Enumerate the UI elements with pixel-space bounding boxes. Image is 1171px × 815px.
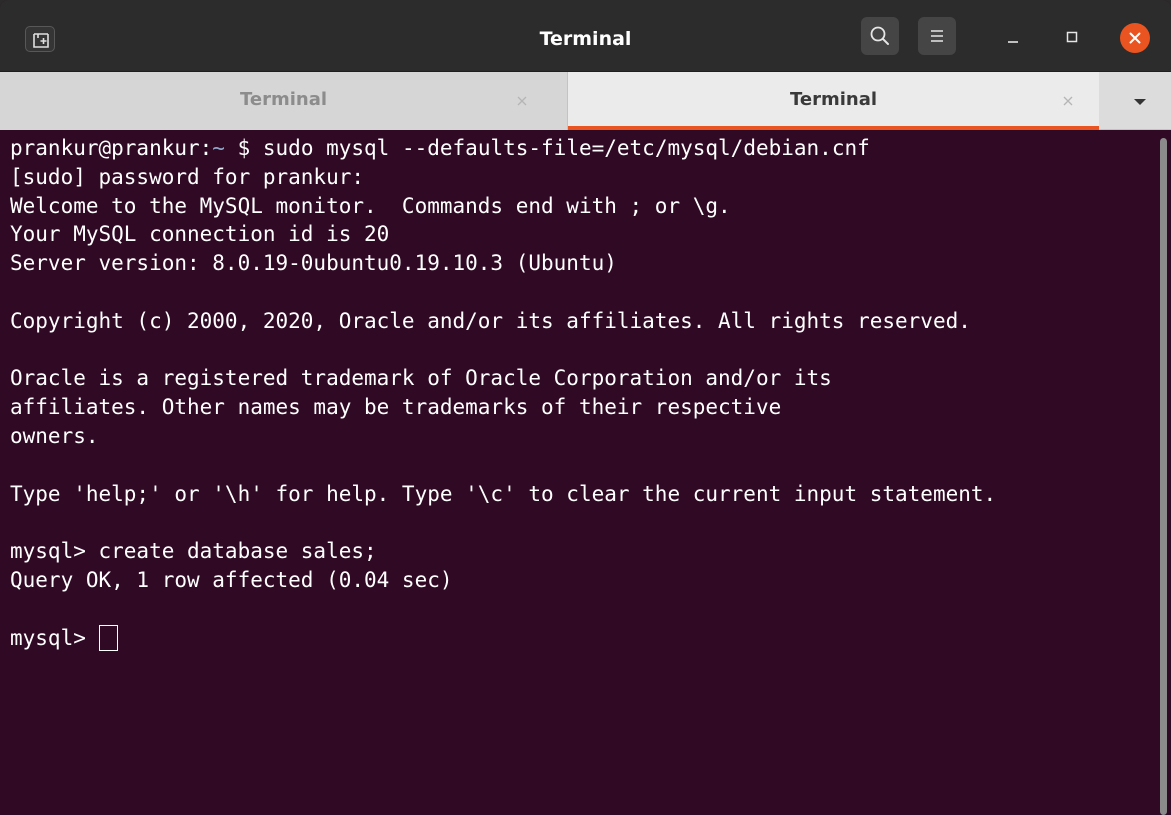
minimize-icon <box>1008 41 1018 43</box>
new-tab-button[interactable] <box>25 26 55 52</box>
output-line: Server version: 8.0.19-0ubuntu0.19.10.3 … <box>10 251 617 276</box>
tab-terminal-2[interactable]: Terminal <box>568 72 1099 130</box>
close-icon <box>1129 32 1141 44</box>
output-line: Type 'help;' or '\h' for help. Type '\c'… <box>10 481 997 506</box>
search-button[interactable] <box>861 17 899 55</box>
close-icon <box>517 96 527 106</box>
output-line: [sudo] password for prankur: <box>10 164 365 189</box>
tab-close-button[interactable] <box>1058 91 1078 111</box>
output-line: Copyright (c) 2000, 2020, Oracle and/or … <box>10 308 971 333</box>
new-tab-icon <box>33 33 49 48</box>
hamburger-menu-icon <box>931 30 943 42</box>
scrollbar[interactable] <box>1157 130 1171 815</box>
prompt-symbol: $ <box>224 136 263 160</box>
text-cursor <box>98 624 118 651</box>
close-icon <box>1063 96 1073 106</box>
title-bar[interactable]: Terminal <box>0 0 1171 72</box>
output-line: affiliates. Other names may be trademark… <box>10 395 782 420</box>
output-line: Oracle is a registered trademark of Orac… <box>10 366 832 391</box>
first-command: sudo mysql --defaults-file=/etc/mysql/de… <box>262 136 870 160</box>
terminal-window: Terminal Terminal Terminal prankur@prank… <box>0 0 1171 815</box>
window-title: Terminal <box>539 28 632 50</box>
search-icon <box>870 26 889 45</box>
prompt-path: ~ <box>212 136 225 160</box>
maximize-button[interactable] <box>1057 22 1087 52</box>
output-line: Query OK, 1 row affected (0.04 sec) <box>10 567 453 592</box>
output-line: mysql> create database sales; <box>10 539 377 564</box>
chevron-down-icon <box>1134 99 1146 105</box>
prompt-user: prankur@prankur: <box>10 136 213 160</box>
tabs-dropdown-button[interactable] <box>1125 90 1155 112</box>
maximize-icon <box>1066 31 1078 43</box>
tab-label: Terminal <box>789 89 878 110</box>
minimize-button[interactable] <box>998 22 1028 52</box>
close-button[interactable] <box>1120 23 1150 53</box>
terminal-output[interactable]: prankur@prankur:~ $ sudo mysql --default… <box>0 130 1157 815</box>
tab-terminal-1[interactable]: Terminal <box>0 72 568 130</box>
scrollbar-thumb[interactable] <box>1160 138 1167 815</box>
terminal-text: prankur@prankur:~ $ sudo mysql --default… <box>10 134 996 652</box>
tab-bar: Terminal Terminal <box>0 72 1171 130</box>
menu-button[interactable] <box>918 17 956 55</box>
output-line: Your MySQL connection id is 20 <box>10 222 390 247</box>
current-prompt: mysql> <box>10 625 99 650</box>
tab-close-button[interactable] <box>512 91 532 111</box>
tab-label: Terminal <box>239 89 328 110</box>
output-line: owners. <box>10 423 99 448</box>
output-line: Welcome to the MySQL monitor. Commands e… <box>10 193 731 218</box>
